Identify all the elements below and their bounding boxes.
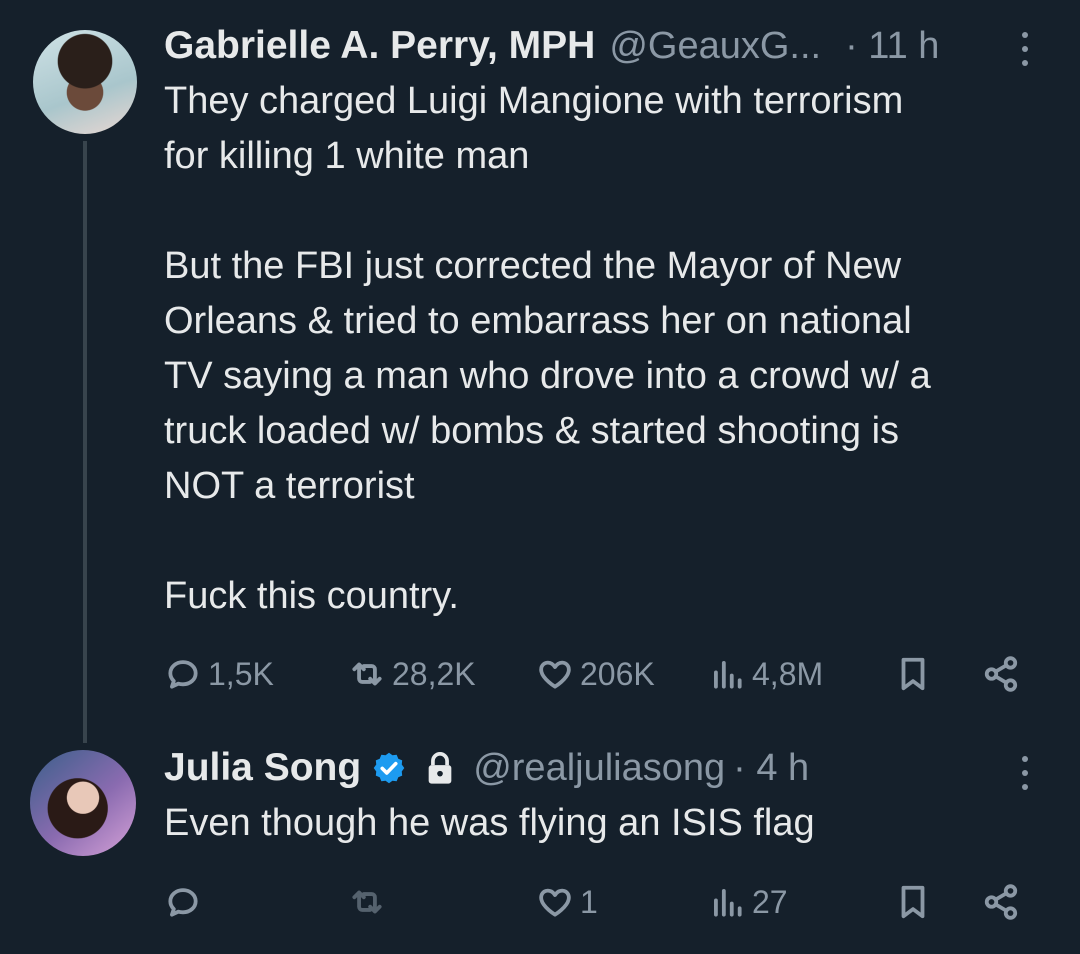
like-count: 1 <box>580 883 598 920</box>
heart-icon <box>539 660 571 689</box>
views-button[interactable]: 27 <box>708 880 788 924</box>
lock-icon <box>425 751 455 785</box>
heart-icon <box>539 888 571 917</box>
author-name[interactable]: Gabrielle A. Perry, MPH <box>164 24 595 68</box>
tweet-time[interactable]: · 4 h <box>733 747 809 790</box>
view-count: 27 <box>752 883 788 920</box>
author-handle[interactable]: @realjuliasong <box>473 747 725 790</box>
tweet-actions: 1 27 <box>164 880 1034 924</box>
repost-count: 28,2K <box>392 655 476 692</box>
bookmark-button[interactable] <box>894 880 932 924</box>
like-count: 206K <box>580 655 655 692</box>
reply-count: 1,5K <box>208 655 274 692</box>
tweet-text: Even though he was flying an ISIS flag <box>164 802 815 844</box>
repost-icon <box>352 662 382 686</box>
like-button[interactable]: 1 <box>536 880 598 924</box>
more-options-icon[interactable] <box>1020 756 1030 796</box>
share-button[interactable] <box>982 652 1020 696</box>
tweet-header: Gabrielle A. Perry, MPH @GeauxG... · 11 … <box>164 20 939 72</box>
repost-icon <box>352 890 382 914</box>
reply-button[interactable] <box>164 880 208 924</box>
repost-button[interactable]: 28,2K <box>348 652 476 696</box>
tweet-actions: 1,5K 28,2K 206K 4,8M <box>164 652 1034 696</box>
share-icon <box>984 884 1018 920</box>
thread-connector-line <box>83 141 87 743</box>
bookmark-icon <box>901 885 925 919</box>
tweet-time[interactable]: · 11 h <box>845 25 939 68</box>
bookmark-button[interactable] <box>894 652 932 696</box>
reply-button[interactable]: 1,5K <box>164 652 274 696</box>
views-icon <box>714 661 742 689</box>
verified-badge-icon <box>371 750 407 786</box>
view-count: 4,8M <box>752 655 824 692</box>
tweet-text: They charged Luigi Mangione with terrori… <box>164 80 931 617</box>
reply-icon <box>168 660 198 689</box>
more-options-icon[interactable] <box>1020 32 1030 72</box>
reply-icon <box>168 888 198 917</box>
views-button[interactable]: 4,8M <box>708 652 823 696</box>
like-button[interactable]: 206K <box>536 652 655 696</box>
share-icon <box>984 656 1018 692</box>
views-icon <box>714 889 742 917</box>
tweet-header: Julia Song @realjuliasong · 4 h <box>164 742 809 794</box>
author-handle[interactable]: @GeauxG... <box>609 25 821 68</box>
author-name[interactable]: Julia Song <box>164 746 361 790</box>
bookmark-icon <box>901 657 925 691</box>
share-button[interactable] <box>982 880 1020 924</box>
avatar[interactable] <box>33 30 137 134</box>
avatar[interactable] <box>30 750 136 856</box>
repost-button[interactable] <box>348 880 392 924</box>
